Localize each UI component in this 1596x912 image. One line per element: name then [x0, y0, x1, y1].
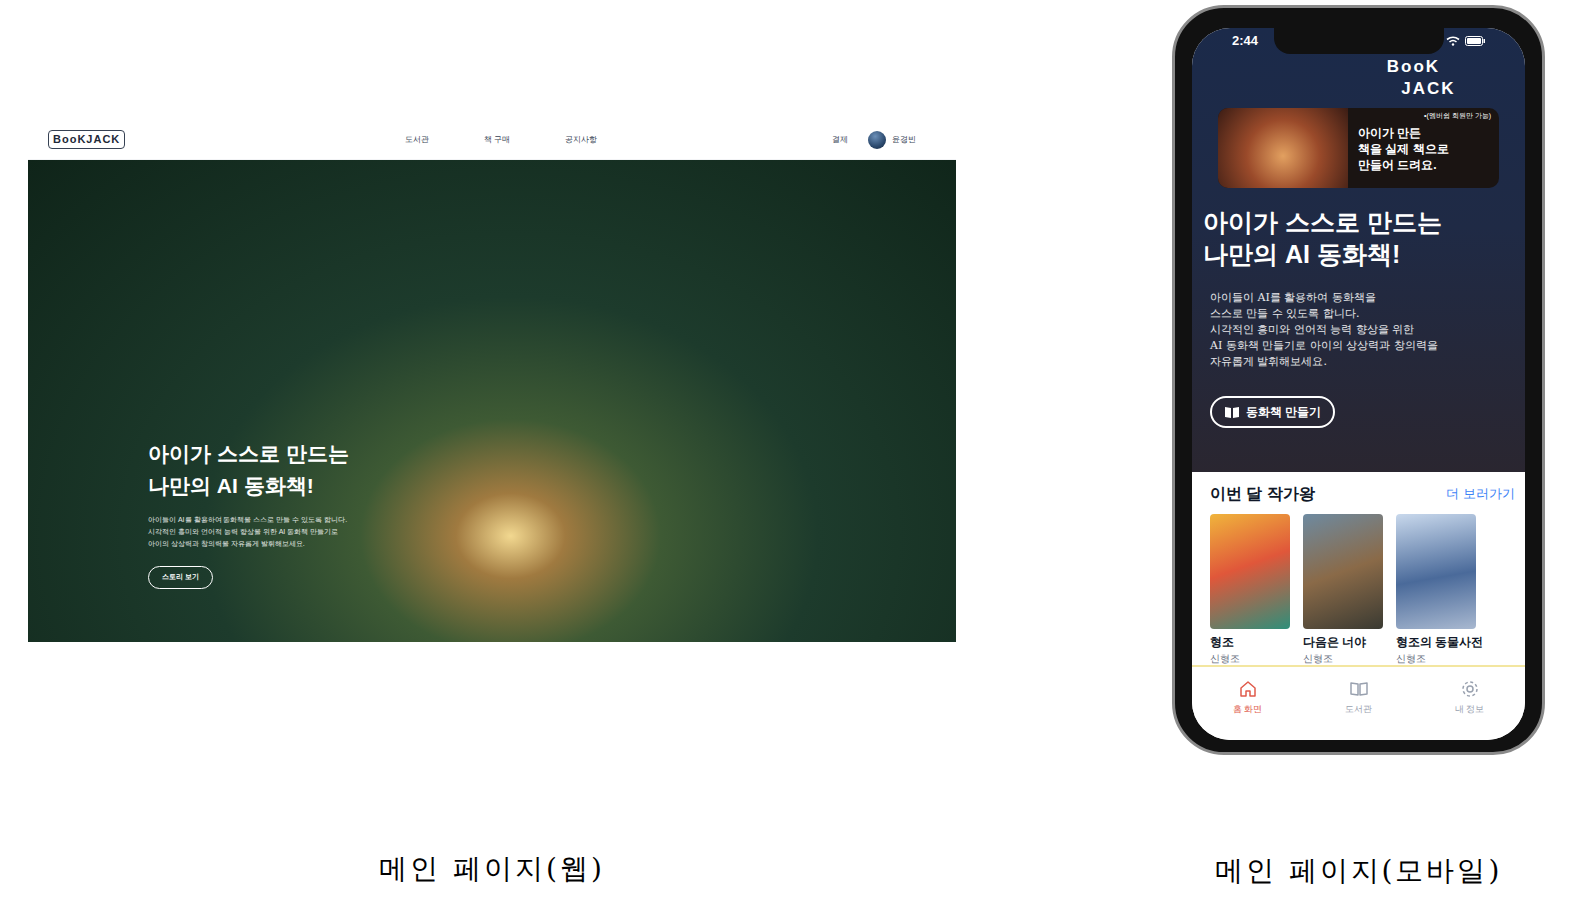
hero-title-line: 나만의 AI 동화책!	[148, 470, 956, 502]
banner-line: 아이가 만든	[1358, 125, 1499, 141]
phone-frame: 2:44 BooK JACK •(멤버쉽 회원만 가능)	[1172, 5, 1545, 755]
promo-banner[interactable]: •(멤버쉽 회원만 가능) 아이가 만든 책을 실제 책으로 만들어 드려요.	[1218, 108, 1499, 188]
author-section: 이번 달 작가왕 더 보러가기 형조 신형조 다음은 너야 신형조	[1192, 472, 1525, 665]
book-title: 형조	[1210, 633, 1290, 651]
banner-line: 책을 실제 책으로	[1358, 141, 1499, 157]
hero-description-line: 시각적인 흥미와 언어적 능력 향상을 위한	[1210, 322, 1507, 338]
book-icon	[1224, 405, 1240, 419]
tab-label: 홈 화면	[1233, 703, 1263, 717]
user-menu[interactable]: 윤경빈	[868, 131, 916, 149]
payment-link[interactable]: 결제	[832, 134, 848, 146]
nav-link[interactable]: 공지사항	[565, 134, 597, 146]
book-list: 형조 신형조 다음은 너야 신형조 형조의 동물사전 신형조	[1210, 514, 1507, 666]
web-column: BooKJACK 도서관 책 구매 공지사항 결제 윤경빈 아이가 스	[28, 0, 956, 892]
banner-text: •(멤버쉽 회원만 가능) 아이가 만든 책을 실제 책으로 만들어 드려요.	[1348, 108, 1499, 188]
logo-line: BooK	[1387, 56, 1440, 78]
nav-links: 도서관 책 구매 공지사항	[405, 134, 597, 146]
book-author: 신형조	[1396, 651, 1476, 666]
gear-icon	[1460, 679, 1480, 699]
hero-description-line: 스스로 만들 수 있도록 합니다.	[1210, 306, 1507, 322]
logo-line: JACK	[1401, 78, 1455, 100]
hero-description-line: 아이들이 AI를 활용하여 동화책을	[1210, 290, 1507, 306]
tab-item[interactable]: 내 정보	[1440, 679, 1500, 740]
book-card[interactable]: 형조의 동물사전 신형조	[1396, 514, 1476, 666]
web-navbar: BooKJACK 도서관 책 구매 공지사항 결제 윤경빈	[28, 120, 956, 160]
clock: 2:44	[1232, 31, 1258, 51]
mobile-column: 2:44 BooK JACK •(멤버쉽 회원만 가능)	[1172, 0, 1545, 892]
book-author: 신형조	[1210, 651, 1290, 666]
home-icon	[1238, 679, 1258, 699]
book-cover	[1210, 514, 1290, 629]
make-book-button[interactable]: 동화책 만들기	[1210, 396, 1335, 428]
more-link[interactable]: 더 보러가기	[1446, 484, 1515, 504]
phone-notch	[1274, 28, 1444, 54]
book-title: 형조의 동물사전	[1396, 633, 1476, 651]
tab-item[interactable]: 홈 화면	[1218, 679, 1278, 740]
web-hero: 아이가 스스로 만드는 나만의 AI 동화책! 아이들이 AI를 활용하여 동화…	[28, 160, 956, 642]
book-icon	[1349, 679, 1369, 699]
section-header: 이번 달 작가왕 더 보러가기	[1210, 482, 1507, 506]
banner-line: 만들어 드려요.	[1358, 157, 1499, 173]
nav-link[interactable]: 책 구매	[484, 134, 510, 146]
book-cover	[1303, 514, 1383, 629]
mobile-logo[interactable]: BooK JACK	[1302, 56, 1525, 100]
nav-right: 결제 윤경빈	[832, 131, 916, 149]
caption: 메인 페이지(모바일)	[1172, 850, 1545, 892]
nav-link[interactable]: 도서관	[405, 134, 429, 146]
hero-description-line: AI 동화책 만들기로 아이의 상상력과 창의력을	[1210, 338, 1507, 354]
hero-description-line: 아이의 상상력과 창의력을 자유롭게 발휘해보세요.	[148, 538, 956, 550]
avatar-icon	[868, 131, 886, 149]
section-title: 이번 달 작가왕	[1210, 482, 1315, 506]
mobile-hero-description: 아이들이 AI를 활용하여 동화책을 스스로 만들 수 있도록 합니다. 시각적…	[1192, 290, 1525, 370]
book-cover	[1396, 514, 1476, 629]
book-card[interactable]: 다음은 너야 신형조	[1303, 514, 1383, 666]
story-button[interactable]: 스토리 보기	[148, 566, 213, 589]
tab-bar: 홈 화면 도서관 내 정보	[1192, 665, 1525, 740]
book-author: 신형조	[1303, 651, 1383, 666]
make-book-label: 동화책 만들기	[1246, 403, 1321, 421]
battery-icon	[1465, 36, 1485, 46]
mobile-hero-title: 아이가 스스로 만드는 나만의 AI 동화책!	[1192, 206, 1525, 270]
user-name: 윤경빈	[892, 134, 916, 146]
caption: 메인 페이지(웹)	[28, 848, 956, 890]
hero-title-line: 나만의 AI 동화책!	[1203, 238, 1514, 270]
figure: BooKJACK 도서관 책 구매 공지사항 결제 윤경빈 아이가 스	[0, 0, 1596, 892]
banner-photo	[1218, 108, 1348, 188]
tab-label: 내 정보	[1455, 703, 1485, 717]
logo[interactable]: BooKJACK	[48, 130, 125, 149]
hero-title-line: 아이가 스스로 만드는	[148, 438, 956, 470]
mobile-hero: 2:44 BooK JACK •(멤버쉽 회원만 가능)	[1192, 28, 1525, 472]
book-title: 다음은 너야	[1303, 633, 1383, 651]
hero-description-line: 시각적인 흥미와 언어적 능력 향상을 위한 AI 동화책 만들기로	[148, 526, 956, 538]
banner-lines: 아이가 만든 책을 실제 책으로 만들어 드려요.	[1358, 125, 1499, 173]
book-card[interactable]: 형조 신형조	[1210, 514, 1290, 666]
phone-screen: 2:44 BooK JACK •(멤버쉽 회원만 가능)	[1192, 28, 1525, 740]
hero-title: 아이가 스스로 만드는 나만의 AI 동화책!	[148, 438, 956, 502]
web-screenshot: BooKJACK 도서관 책 구매 공지사항 결제 윤경빈 아이가 스	[28, 120, 956, 642]
hero-description-line: 아이들이 AI를 활용하여 동화책을 스스로 만들 수 있도록 합니다.	[148, 514, 956, 526]
tab-item[interactable]: 도서관	[1329, 679, 1389, 740]
banner-note: •(멤버쉽 회원만 가능)	[1424, 111, 1499, 122]
logo-area: BooKJACK	[48, 130, 405, 149]
hero-description: 아이들이 AI를 활용하여 동화책을 스스로 만들 수 있도록 합니다. 시각적…	[148, 514, 956, 550]
wifi-icon	[1446, 36, 1460, 46]
status-icons	[1446, 36, 1485, 46]
hero-description-line: 자유롭게 발휘해보세요.	[1210, 354, 1507, 370]
tab-label: 도서관	[1345, 703, 1372, 717]
hero-title-line: 아이가 스스로 만드는	[1203, 206, 1514, 238]
